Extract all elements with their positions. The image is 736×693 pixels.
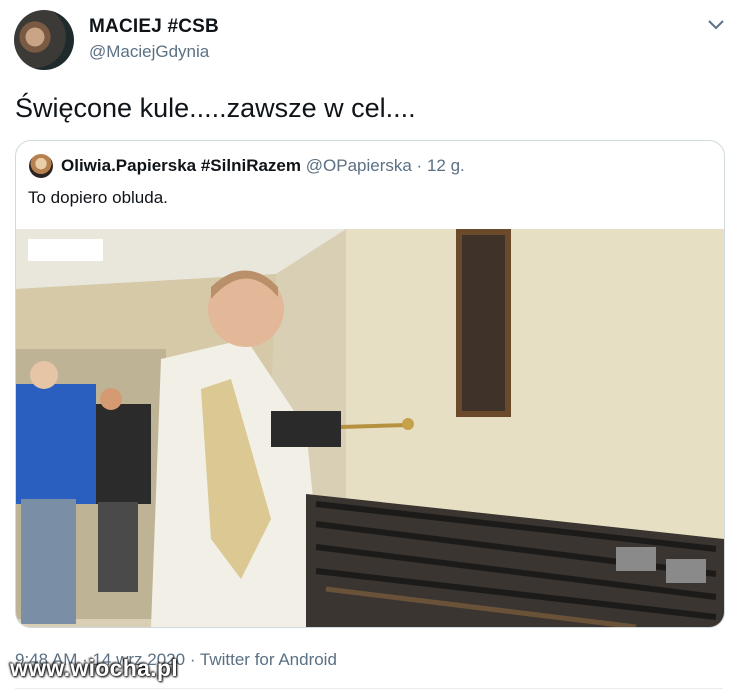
author-name[interactable]: MACIEJ #CSB (89, 16, 219, 38)
chevron-down-icon[interactable] (706, 14, 726, 34)
author-handle[interactable]: @MaciejGdynia (89, 42, 209, 62)
quoted-text: To dopiero obluda. (28, 188, 168, 207)
quoted-photo[interactable] (16, 229, 724, 627)
quoted-tweet[interactable]: Oliwia.Papierska #SilniRazem @OPapierska… (15, 140, 725, 628)
quoted-time: 12 g. (426, 156, 465, 175)
tweet-text: Święcone kule.....zawsze w cel.... (15, 93, 416, 123)
tweet-source[interactable]: Twitter for Android (200, 650, 337, 669)
divider (15, 688, 723, 689)
quoted-name: Oliwia.Papierska #SilniRazem (61, 156, 302, 175)
quoted-separator: · (411, 156, 427, 175)
quoted-avatar (29, 154, 53, 178)
footer-separator: · (185, 650, 200, 669)
watermark: www.wiocha.pl (10, 655, 178, 681)
quoted-handle: @OPapierska (305, 156, 412, 175)
author-avatar[interactable] (14, 10, 74, 70)
quoted-header: Oliwia.Papierska #SilniRazem @OPapierska… (61, 156, 465, 176)
